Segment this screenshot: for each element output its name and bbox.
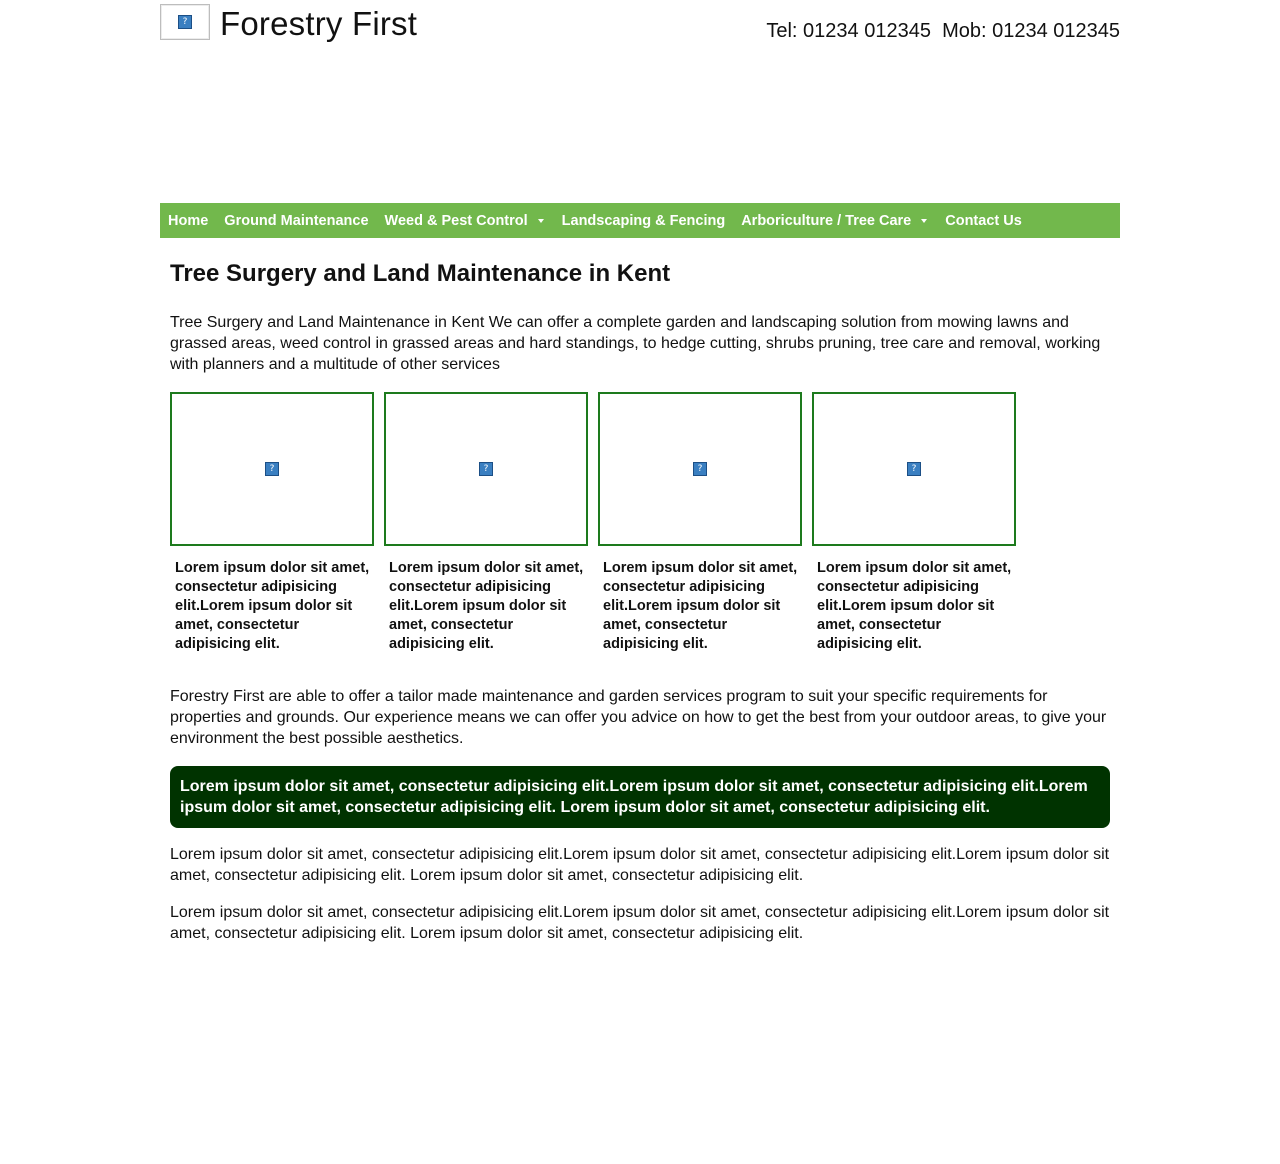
- broken-image-icon: ?: [693, 462, 707, 476]
- card-text: Lorem ipsum dolor sit amet, consectetur …: [603, 560, 798, 652]
- services-paragraph: Forestry First are able to offer a tailo…: [170, 688, 1107, 747]
- main-nav: Home Ground Maintenance Weed & Pest Cont…: [160, 203, 1120, 238]
- page-title: Tree Surgery and Land Maintenance in Ken…: [170, 260, 671, 287]
- nav-item-label: Arboriculture / Tree Care: [741, 212, 912, 229]
- broken-image-icon: ?: [265, 462, 279, 476]
- site-title[interactable]: Forestry First: [220, 5, 417, 43]
- body-paragraph: Lorem ipsum dolor sit amet, consectetur …: [170, 904, 1110, 942]
- intro-paragraph: Tree Surgery and Land Maintenance in Ken…: [170, 314, 1101, 373]
- broken-image-icon: ?: [178, 15, 192, 29]
- nav-item-weed-pest-control[interactable]: Weed & Pest Control: [377, 213, 554, 229]
- page: ? Forestry First Tel: 01234 012345 Mob: …: [160, 0, 1120, 1164]
- nav-item-home[interactable]: Home: [160, 213, 216, 229]
- card-text: Lorem ipsum dolor sit amet, consectetur …: [389, 560, 584, 652]
- card-text: Lorem ipsum dolor sit amet, consectetur …: [817, 560, 1012, 652]
- broken-image-icon: ?: [907, 462, 921, 476]
- service-card: ? Lorem ipsum dolor sit amet, consectetu…: [812, 392, 1016, 654]
- service-card: ? Lorem ipsum dolor sit amet, consectetu…: [170, 392, 374, 654]
- card-image[interactable]: ?: [812, 392, 1016, 546]
- nav-item-arboriculture-tree-care[interactable]: Arboriculture / Tree Care: [733, 213, 937, 229]
- card-text: Lorem ipsum dolor sit amet, consectetur …: [175, 560, 370, 652]
- body-paragraph: Lorem ipsum dolor sit amet, consectetur …: [170, 846, 1110, 884]
- main-content: Tree Surgery and Land Maintenance in Ken…: [170, 258, 1110, 944]
- card-image[interactable]: ?: [598, 392, 802, 546]
- caret-down-icon: [537, 218, 544, 223]
- logo-image[interactable]: ?: [160, 4, 210, 40]
- nav-item-label: Home: [168, 212, 209, 229]
- card-image[interactable]: ?: [170, 392, 374, 546]
- nav-item-contact-us[interactable]: Contact Us: [937, 213, 1030, 229]
- phone-numbers: Tel: 01234 012345 Mob: 01234 012345: [766, 20, 1120, 42]
- service-card: ? Lorem ipsum dolor sit amet, consectetu…: [384, 392, 588, 654]
- nav-item-label: Weed & Pest Control: [384, 212, 528, 229]
- service-cards: ? Lorem ipsum dolor sit amet, consectetu…: [170, 392, 1110, 654]
- nav-item-label: Ground Maintenance: [224, 212, 369, 229]
- nav-item-ground-maintenance[interactable]: Ground Maintenance: [216, 213, 376, 229]
- highlight-box: Lorem ipsum dolor sit amet, consectetur …: [170, 766, 1110, 828]
- caret-down-icon: [921, 218, 928, 223]
- nav-item-label: Contact Us: [945, 212, 1022, 229]
- service-card: ? Lorem ipsum dolor sit amet, consectetu…: [598, 392, 802, 654]
- card-image[interactable]: ?: [384, 392, 588, 546]
- nav-item-landscaping-fencing[interactable]: Landscaping & Fencing: [554, 213, 734, 229]
- broken-image-icon: ?: [479, 462, 493, 476]
- nav-item-label: Landscaping & Fencing: [561, 212, 726, 229]
